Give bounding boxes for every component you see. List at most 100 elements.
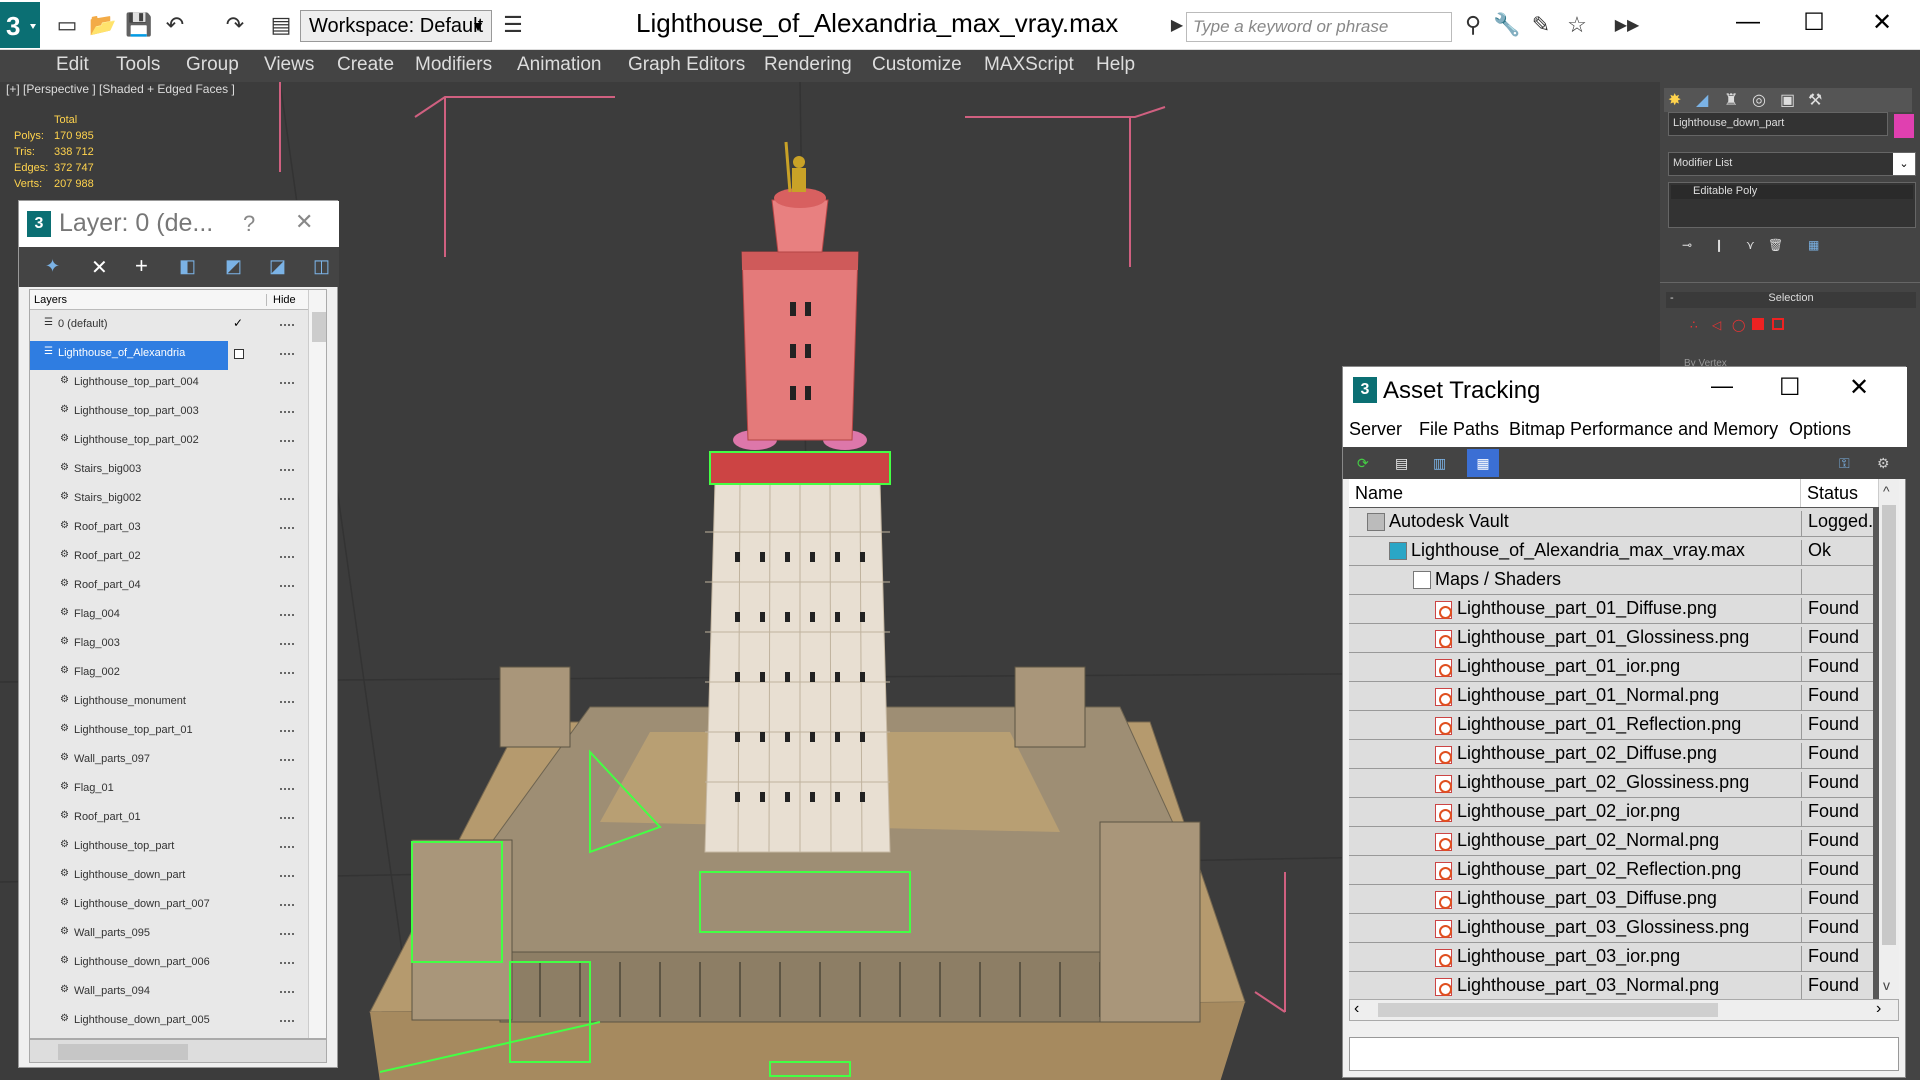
undo-icon[interactable]: ↶ — [158, 8, 192, 42]
chevron-left-icon[interactable]: ‹ — [1354, 1000, 1359, 1018]
chevron-up-icon[interactable]: ^ — [1883, 483, 1890, 499]
layer-row[interactable]: ⚙ Lighthouse_monument — [30, 689, 308, 718]
delete-layer-icon[interactable]: ✕ — [91, 255, 108, 280]
layer-row[interactable]: ⚙ Lighthouse_top_part_01 — [30, 718, 308, 747]
hide-toggle[interactable] — [280, 817, 294, 819]
hide-toggle[interactable] — [280, 904, 294, 906]
column-status[interactable]: Status — [1801, 479, 1879, 507]
border-level-icon[interactable]: ◯ — [1732, 318, 1745, 332]
utilities-tab-icon[interactable]: ⚒ — [1808, 90, 1822, 110]
scroll-thumb[interactable] — [58, 1044, 188, 1060]
hide-toggle[interactable] — [280, 469, 294, 471]
element-level-icon[interactable] — [1772, 318, 1784, 330]
remove-modifier-icon[interactable]: 🗑 — [1768, 238, 1783, 252]
menu-server[interactable]: Server — [1349, 419, 1402, 440]
column-name[interactable]: Name — [1349, 479, 1801, 507]
asset-row[interactable]: Lighthouse_part_02_Glossiness.png Found — [1349, 769, 1873, 798]
layer-row[interactable]: ⚙ Roof_part_02 — [30, 544, 308, 573]
tools-icon[interactable]: ✎ — [1524, 8, 1558, 42]
display-tab-icon[interactable]: ▣ — [1780, 90, 1795, 110]
binoculars-icon[interactable]: ⚲ — [1456, 8, 1490, 42]
column-layers[interactable]: Layers — [34, 294, 67, 306]
refresh-icon[interactable]: ⟳ — [1357, 455, 1369, 472]
hide-toggle[interactable] — [280, 353, 294, 355]
menu-rendering[interactable]: Rendering — [764, 54, 852, 76]
hide-toggle[interactable] — [280, 643, 294, 645]
hide-toggle[interactable] — [280, 759, 294, 761]
polygon-level-icon[interactable] — [1752, 318, 1764, 330]
hide-toggle[interactable] — [280, 962, 294, 964]
show-end-result-icon[interactable]: ❙ — [1714, 238, 1724, 252]
asset-row[interactable]: Lighthouse_part_01_ior.png Found — [1349, 653, 1873, 682]
hide-toggle[interactable] — [280, 411, 294, 413]
save-icon[interactable]: 💾 — [122, 8, 156, 42]
layer-tree[interactable]: Layers Hide ☰ 0 (default) ✓ ☰ Lighthouse_of_… — [29, 289, 327, 1039]
layer-row[interactable]: ⚙ Wall_parts_095 — [30, 921, 308, 950]
layer-window-titlebar[interactable]: 3 Layer: 0 (de... ? ✕ — [19, 201, 339, 247]
new-layer-icon[interactable]: ✦ — [45, 256, 60, 277]
hide-toggle[interactable] — [280, 701, 294, 703]
layer-row[interactable]: ☰ 0 (default) ✓ — [30, 312, 308, 341]
layer-row[interactable]: ⚙ Flag_003 — [30, 631, 308, 660]
asset-table[interactable]: Name Status Autodesk Vault Logged. Lightho… — [1349, 479, 1899, 999]
object-name-field[interactable]: Lighthouse_down_part — [1668, 112, 1888, 136]
current-layer-check-icon[interactable]: ✓ — [233, 316, 243, 330]
table-view-icon[interactable]: ▦ — [1467, 449, 1499, 477]
asset-window-titlebar[interactable]: 3 Asset Tracking — ☐ ✕ — [1343, 367, 1907, 413]
hide-toggle[interactable] — [280, 382, 294, 384]
more-icon[interactable]: ▶▶ — [1610, 8, 1644, 42]
motion-tab-icon[interactable]: ◎ — [1752, 90, 1766, 110]
new-file-icon[interactable]: ▭ — [50, 8, 84, 42]
layer-row[interactable]: ⚙ Lighthouse_top_part — [30, 834, 308, 863]
asset-row[interactable]: Lighthouse_part_03_ior.png Found — [1349, 943, 1873, 972]
asset-row[interactable]: Lighthouse_part_02_Reflection.png Found — [1349, 856, 1873, 885]
search-input[interactable]: Type a keyword or phrase — [1186, 12, 1452, 42]
hide-toggle[interactable] — [280, 846, 294, 848]
layer-row[interactable]: ⚙ Stairs_big003 — [30, 457, 308, 486]
asset-row[interactable]: Lighthouse_part_03_Diffuse.png Found — [1349, 885, 1873, 914]
layer-row[interactable]: ⚙ Lighthouse_top_part_003 — [30, 399, 308, 428]
layer-row[interactable]: ⚙ Lighthouse_down_part_005 — [30, 1008, 308, 1037]
layer-row[interactable]: ⚙ Wall_parts_097 — [30, 747, 308, 776]
workspace-select[interactable]: Workspace: Default ▼ — [300, 10, 492, 42]
create-tab-icon[interactable]: ✸ — [1668, 90, 1681, 110]
chevron-right-icon[interactable]: › — [1876, 1000, 1881, 1018]
vault-help-icon[interactable]: ⚿ — [1839, 455, 1850, 472]
menu-options[interactable]: Options — [1789, 419, 1851, 440]
hide-toggle[interactable] — [280, 1020, 294, 1022]
hide-toggle[interactable] — [280, 614, 294, 616]
layer-row[interactable]: ⚙ Flag_004 — [30, 602, 308, 631]
hide-toggle[interactable] — [280, 788, 294, 790]
list-view-icon[interactable]: ▤ — [1395, 455, 1408, 472]
hierarchy-tab-icon[interactable]: ♜ — [1724, 90, 1738, 110]
select-objects-icon[interactable]: ◧ — [179, 256, 196, 277]
asset-vscroll[interactable]: ^ v — [1879, 479, 1899, 999]
menu-group[interactable]: Group — [186, 54, 239, 76]
asset-row[interactable]: Maps / Shaders — [1349, 566, 1873, 595]
asset-row[interactable]: Lighthouse_part_01_Reflection.png Found — [1349, 711, 1873, 740]
set-current-layer-icon[interactable] — [234, 349, 244, 359]
asset-row[interactable]: Lighthouse_part_03_Normal.png Found — [1349, 972, 1873, 999]
layer-vscroll[interactable] — [308, 290, 326, 1038]
asset-row[interactable]: Lighthouse_part_02_Normal.png Found — [1349, 827, 1873, 856]
layer-row[interactable]: ⚙ Roof_part_04 — [30, 573, 308, 602]
menu-customize[interactable]: Customize — [872, 54, 962, 76]
scroll-thumb[interactable] — [312, 312, 326, 342]
hide-toggle[interactable] — [280, 324, 294, 326]
asset-hscroll[interactable]: ‹ › — [1349, 999, 1899, 1021]
wrench-icon[interactable]: 🔧 — [1490, 8, 1524, 42]
layer-hscroll[interactable] — [29, 1039, 327, 1063]
project-folder-icon[interactable]: ▤ — [264, 8, 298, 42]
redo-icon[interactable]: ↷ — [218, 8, 252, 42]
menu-maxscript[interactable]: MAXScript — [984, 54, 1074, 76]
menu-animation[interactable]: Animation — [517, 54, 602, 76]
close-button[interactable]: ✕ — [1849, 373, 1869, 402]
asset-row[interactable]: Lighthouse_part_02_ior.png Found — [1349, 798, 1873, 827]
hide-toggle[interactable] — [280, 672, 294, 674]
open-file-icon[interactable]: 📂 — [86, 8, 120, 42]
layer-row[interactable]: ⚙ Wall_parts_094 — [30, 979, 308, 1008]
layer-row[interactable]: ⚙ Lighthouse_down_part — [30, 863, 308, 892]
asset-row[interactable]: Lighthouse_part_03_Glossiness.png Found — [1349, 914, 1873, 943]
asset-row[interactable]: Lighthouse_part_01_Diffuse.png Found — [1349, 595, 1873, 624]
column-hide[interactable]: Hide — [266, 294, 296, 306]
